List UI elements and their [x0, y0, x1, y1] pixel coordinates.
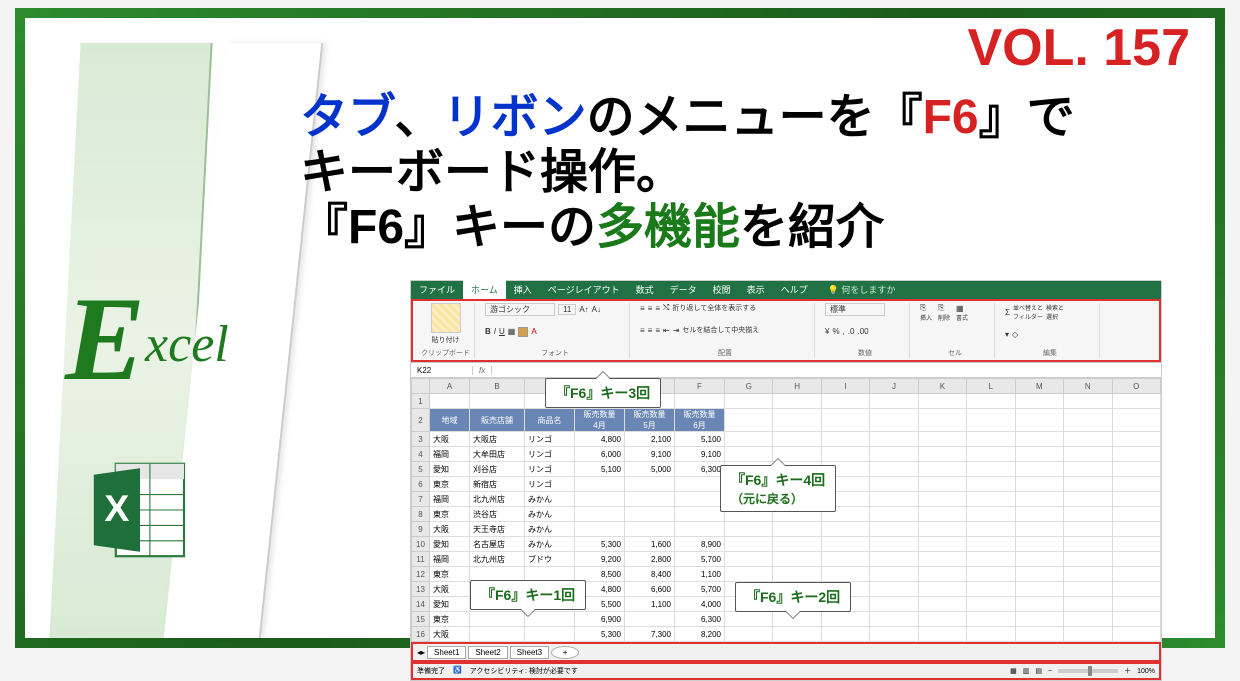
formula-bar: K22 fx [411, 362, 1161, 378]
zoom-percent[interactable]: 100% [1137, 668, 1155, 675]
table-row: 10愛知名古屋店みかん5,3001,6008,900 [412, 537, 1161, 552]
view-pagelayout-icon[interactable]: ▥ [1023, 667, 1030, 675]
find-button[interactable]: 検索と 選択 [1046, 303, 1064, 321]
headline: タブ、リボンのメニューを『F6』で キーボード操作。 『F6』キーの多機能を紹介 [300, 90, 1200, 256]
group-clipboard: 貼り付け クリップボード [417, 303, 475, 358]
headline-tab: タブ [300, 91, 395, 144]
headline-ribbon: リボン [443, 91, 587, 144]
excel-xcel: xcel [145, 316, 229, 373]
font-shrink-icon[interactable]: A↓ [592, 305, 601, 314]
align-bot-icon[interactable]: ≡ [655, 304, 660, 313]
callout-f6-4: 『F6』キー4回（元に戻る） [720, 465, 836, 512]
tab-review[interactable]: 校閲 [705, 280, 739, 299]
tab-view[interactable]: 表示 [739, 280, 773, 299]
comma-icon[interactable]: , [843, 327, 845, 336]
zoom-in-button[interactable]: ＋ [1124, 666, 1131, 676]
sheet-tab-bar: ◂▸ Sheet1 Sheet2 Sheet3 + [411, 642, 1161, 662]
font-name-select[interactable]: 游ゴシック [485, 303, 555, 316]
number-format-select[interactable]: 標準 [825, 303, 885, 316]
column-header-row: AB CD EF GH IJ KL MN O [412, 379, 1161, 394]
callout-f6-2: 『F6』キー2回 [735, 582, 851, 612]
sum-icon[interactable]: Σ [1005, 308, 1010, 317]
excel-e-italic: E [65, 272, 145, 405]
group-editing: Σ 並べ替えと フィルター 検索と 選択 ▾ ◇ 編集 [1001, 303, 1100, 358]
tab-file[interactable]: ファイル [411, 280, 463, 299]
clear-icon[interactable]: ◇ [1012, 330, 1018, 339]
table-row: 16大阪5,3007,3008,200 [412, 627, 1161, 642]
sheet-nav-icon[interactable]: ◂▸ [417, 648, 425, 657]
zoom-slider[interactable] [1058, 669, 1118, 673]
volume-label: VOL. 157 [967, 18, 1190, 78]
excel-app-icon: X [85, 455, 195, 565]
currency-icon[interactable]: ¥ [825, 327, 829, 336]
align-left-icon[interactable]: ≡ [640, 326, 645, 335]
font-size-select[interactable]: 11 [558, 304, 576, 315]
bold-button[interactable]: B [485, 327, 491, 336]
align-center-icon[interactable]: ≡ [648, 326, 653, 335]
fill-icon[interactable]: ▾ [1005, 330, 1009, 339]
inc-dec-icon[interactable]: .0 [848, 327, 855, 336]
headline-line3b: を紹介 [740, 201, 884, 254]
ribbon-tab-strip: ファイル ホーム 挿入 ページレイアウト 数式 データ 校閲 表示 ヘルプ 💡 … [411, 281, 1161, 299]
table-header-row: 2地域販売店舗商品名販売数量 4月販売数量 5月販売数量 6月 [412, 409, 1161, 432]
paste-label: 貼り付け [421, 335, 470, 345]
group-number: 標準 ¥ % , .0 .00 数値 [821, 303, 910, 358]
align-right-icon[interactable]: ≡ [655, 326, 660, 335]
status-accessibility: アクセシビリティ: 検討が必要です [470, 666, 578, 676]
ribbon-body: 貼り付け クリップボード 游ゴシック 11 A↑ A↓ B I U ▦ A フォ… [411, 299, 1161, 362]
font-color-icon[interactable]: A [531, 327, 536, 336]
table-row: 11福岡北九州店ブドウ9,2002,8005,700 [412, 552, 1161, 567]
indent-inc-icon[interactable]: ⇥ [673, 326, 680, 335]
align-mid-icon[interactable]: ≡ [648, 304, 653, 313]
wrap-button[interactable]: 折り返して全体を表示する [672, 303, 756, 313]
status-ready: 準備完了 [417, 666, 445, 676]
zoom-out-button[interactable]: − [1048, 668, 1052, 675]
svg-text:X: X [104, 487, 129, 529]
italic-button[interactable]: I [494, 327, 496, 336]
status-bar: 準備完了 ♿ アクセシビリティ: 検討が必要です ▦ ▥ ▤ − ＋ 100% [411, 662, 1161, 680]
tab-help[interactable]: ヘルプ [773, 280, 816, 299]
accessibility-icon[interactable]: ♿ [453, 666, 462, 676]
delete-icon[interactable]: ⎘削除 [938, 303, 950, 322]
insert-icon[interactable]: ⎘挿入 [920, 303, 932, 322]
tab-layout[interactable]: ページレイアウト [540, 280, 628, 299]
format-icon[interactable]: ▦書式 [956, 304, 968, 322]
headline-line3a: 『F6』キーの [300, 201, 596, 254]
tab-formula[interactable]: 数式 [628, 280, 662, 299]
tab-insert[interactable]: 挿入 [506, 280, 540, 299]
headline-multi: 多機能 [596, 201, 740, 254]
callout-f6-1: 『F6』キー1回 [470, 580, 586, 610]
dec-dec-icon[interactable]: .00 [857, 327, 868, 336]
table-row: 3大阪大阪店リンゴ4,8002,1005,100 [412, 432, 1161, 447]
group-cells: ⎘挿入 ⎘削除 ▦書式 セル [916, 303, 995, 358]
fill-color-icon[interactable] [518, 327, 528, 337]
indent-dec-icon[interactable]: ⇤ [663, 326, 670, 335]
tab-data[interactable]: データ [662, 280, 705, 299]
table-row: 9大阪天王寺店みかん [412, 522, 1161, 537]
sort-button[interactable]: 並べ替えと フィルター [1013, 303, 1043, 321]
group-font: 游ゴシック 11 A↑ A↓ B I U ▦ A フォント [481, 303, 630, 358]
fx-icon[interactable]: fx [473, 366, 492, 375]
headline-f6: F6 [923, 91, 979, 144]
align-top-icon[interactable]: ≡ [640, 304, 645, 313]
border-icon[interactable]: ▦ [508, 327, 516, 336]
view-normal-icon[interactable]: ▦ [1010, 667, 1017, 675]
view-pagebreak-icon[interactable]: ▤ [1035, 667, 1042, 675]
font-grow-icon[interactable]: A↑ [579, 305, 588, 314]
percent-icon[interactable]: % [832, 327, 839, 336]
callout-f6-3: 『F6』キー3回 [545, 378, 661, 408]
merge-button[interactable]: セルを結合して中央揃え [682, 325, 759, 335]
tell-me: 💡 何をしますか [824, 280, 900, 299]
group-align: ≡ ≡ ≡ ⤭ 折り返して全体を表示する ≡ ≡ ≡ ⇤ ⇥ セルを結合して中央… [636, 303, 815, 358]
underline-button[interactable]: U [499, 327, 505, 336]
tab-home[interactable]: ホーム [463, 280, 506, 299]
paste-icon[interactable] [431, 303, 461, 333]
excel-word-logo: Excel [65, 270, 229, 408]
orient-icon[interactable]: ⤭ [663, 303, 669, 313]
name-box[interactable]: K22 [414, 366, 473, 375]
headline-line2: キーボード操作。 [300, 146, 684, 199]
